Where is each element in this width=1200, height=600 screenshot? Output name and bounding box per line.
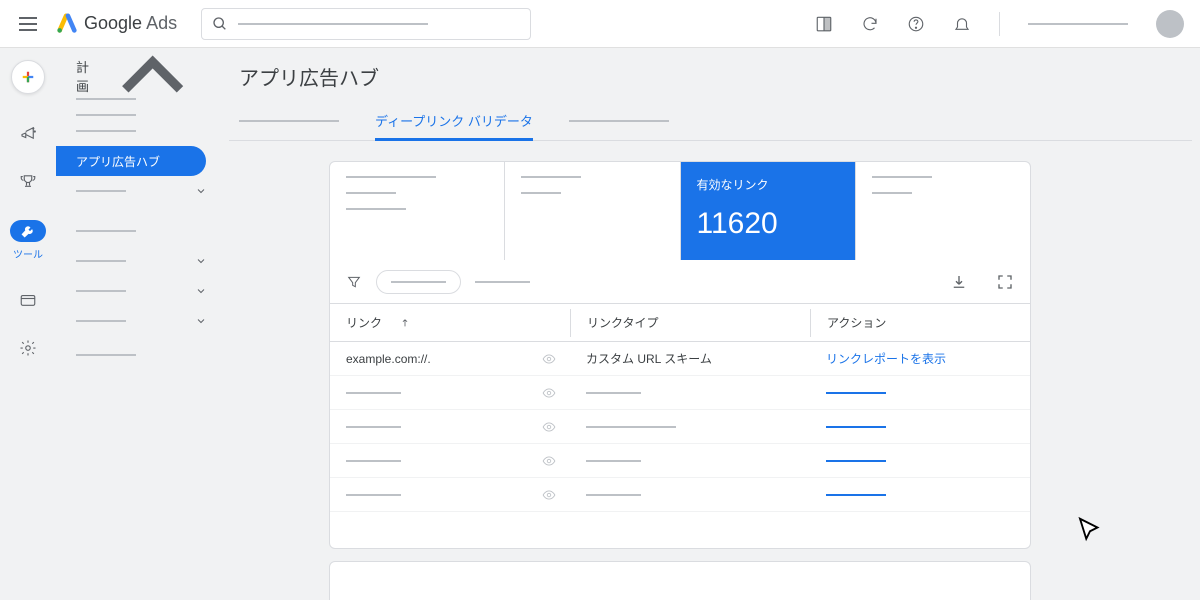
secondary-card bbox=[329, 561, 1031, 600]
hamburger-icon[interactable] bbox=[16, 12, 40, 36]
google-ads-logo-icon bbox=[56, 13, 78, 35]
table-header-row: リンク リンクタイプ アクション bbox=[330, 304, 1030, 342]
cell-action-link[interactable] bbox=[810, 426, 1030, 428]
chevron-down-icon bbox=[195, 255, 207, 267]
eye-icon[interactable] bbox=[542, 454, 556, 468]
refresh-icon[interactable] bbox=[861, 15, 879, 33]
tab-deeplink-validator[interactable]: ディープリンク バリデータ bbox=[375, 101, 533, 140]
help-icon[interactable] bbox=[907, 15, 925, 33]
stat-label: 有効なリンク bbox=[697, 176, 839, 193]
search-icon bbox=[212, 16, 228, 32]
avatar[interactable] bbox=[1156, 10, 1184, 38]
table-row bbox=[330, 444, 1030, 478]
sidenav-placeholder[interactable] bbox=[76, 230, 136, 232]
side-nav: 計画 アプリ広告ハブ bbox=[56, 48, 221, 600]
table-row bbox=[330, 478, 1030, 512]
cursor-icon bbox=[1075, 515, 1105, 545]
stat-tile-valid-links[interactable]: 有効なリンク 11620 bbox=[681, 162, 856, 260]
cell-action-link[interactable] bbox=[810, 460, 1030, 462]
eye-icon[interactable] bbox=[542, 420, 556, 434]
stat-tile-2[interactable] bbox=[505, 162, 680, 260]
settings-icon[interactable] bbox=[19, 339, 37, 357]
page-title: アプリ広告ハブ bbox=[229, 48, 1192, 101]
cell-action-link[interactable] bbox=[810, 392, 1030, 394]
stat-tile-1[interactable] bbox=[330, 162, 505, 260]
sidenav-placeholder-expand[interactable] bbox=[56, 306, 221, 336]
validator-card: 有効なリンク 11620 リンク リンクタイプ アクション bbox=[329, 161, 1031, 549]
tab-placeholder[interactable] bbox=[569, 101, 669, 140]
chevron-down-icon bbox=[195, 185, 207, 197]
download-icon[interactable] bbox=[950, 273, 968, 291]
th-action[interactable]: アクション bbox=[810, 309, 1030, 337]
stats-row: 有効なリンク 11620 bbox=[330, 162, 1030, 260]
tab-placeholder[interactable] bbox=[239, 101, 339, 140]
chevron-down-icon bbox=[195, 285, 207, 297]
sort-asc-icon bbox=[400, 318, 410, 328]
th-link[interactable]: リンク bbox=[330, 314, 570, 331]
sidenav-placeholder-expand[interactable] bbox=[56, 246, 221, 276]
main-content: アプリ広告ハブ ディープリンク バリデータ 有効なリンク 11620 bbox=[221, 48, 1200, 600]
compare-icon[interactable] bbox=[815, 15, 833, 33]
sidenav-placeholder-expand[interactable] bbox=[56, 176, 221, 206]
cell-action-link[interactable] bbox=[810, 494, 1030, 496]
cell-link-type: カスタム URL スキーム bbox=[570, 350, 810, 367]
campaigns-icon[interactable] bbox=[19, 124, 37, 142]
cell-action-link[interactable]: リンクレポートを表示 bbox=[810, 350, 1030, 367]
chevron-down-icon bbox=[195, 315, 207, 327]
account-placeholder bbox=[1028, 23, 1128, 25]
filter-chip[interactable] bbox=[376, 270, 461, 294]
table-row bbox=[330, 410, 1030, 444]
eye-icon[interactable] bbox=[542, 386, 556, 400]
tools-icon bbox=[20, 223, 36, 239]
table-row bbox=[330, 376, 1030, 410]
header-actions bbox=[815, 10, 1184, 38]
sidenav-item-app-hub[interactable]: アプリ広告ハブ bbox=[56, 146, 206, 176]
tools-label: ツール bbox=[13, 246, 43, 261]
fullscreen-icon[interactable] bbox=[996, 273, 1014, 291]
stat-value: 11620 bbox=[697, 207, 839, 241]
create-button[interactable] bbox=[11, 60, 45, 94]
table-toolbar bbox=[330, 260, 1030, 304]
sidenav-section-plan[interactable]: 計画 bbox=[56, 62, 221, 90]
table-row: example.com://. カスタム URL スキーム リンクレポートを表示 bbox=[330, 342, 1030, 376]
billing-icon[interactable] bbox=[19, 291, 37, 309]
search-placeholder bbox=[238, 23, 428, 25]
search-input[interactable] bbox=[201, 8, 531, 40]
filter-icon[interactable] bbox=[346, 274, 362, 290]
cell-link: example.com://. bbox=[330, 352, 570, 366]
separator bbox=[999, 12, 1000, 36]
toolbar-placeholder bbox=[475, 281, 530, 283]
tabs: ディープリンク バリデータ bbox=[229, 101, 1192, 141]
stat-tile-4[interactable] bbox=[856, 162, 1030, 260]
left-rail: ツール bbox=[0, 48, 56, 600]
th-link-type[interactable]: リンクタイプ bbox=[570, 309, 810, 337]
notifications-icon[interactable] bbox=[953, 15, 971, 33]
chevron-up-icon bbox=[98, 21, 207, 130]
eye-icon[interactable] bbox=[542, 488, 556, 502]
trophy-icon[interactable] bbox=[19, 172, 37, 190]
eye-icon[interactable] bbox=[542, 352, 556, 366]
sidenav-placeholder-expand[interactable] bbox=[56, 276, 221, 306]
sidenav-placeholder[interactable] bbox=[76, 354, 136, 356]
tools-nav-item[interactable]: ツール bbox=[8, 220, 48, 261]
